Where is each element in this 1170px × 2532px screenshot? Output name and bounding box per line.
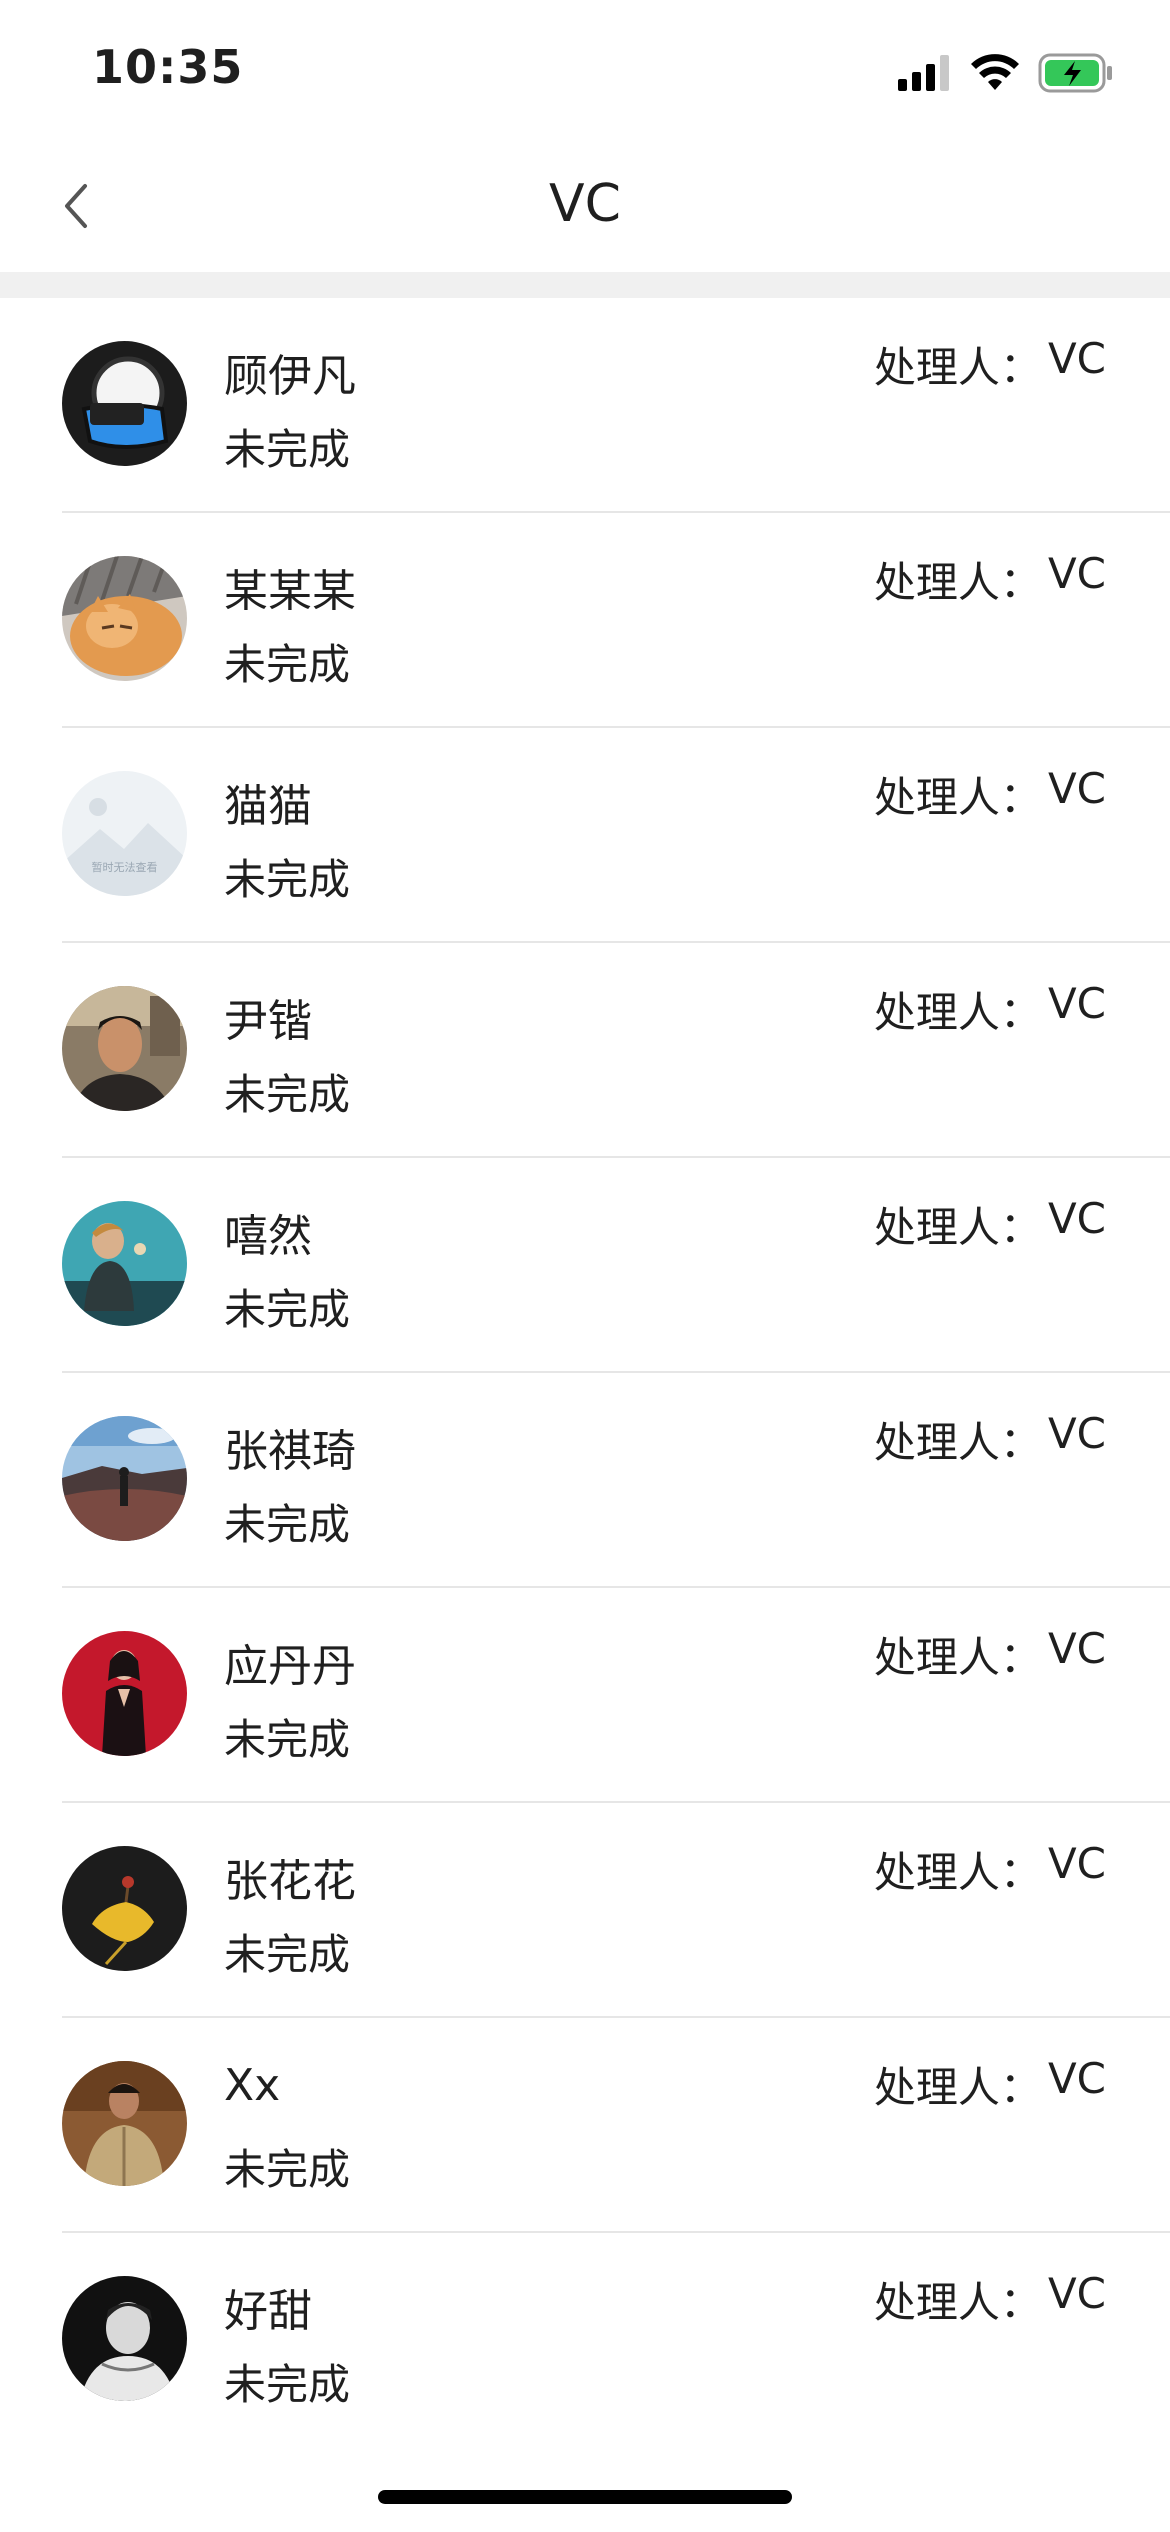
list-item[interactable]: 暂时无法查看 猫猫 未完成 处理人： VC: [0, 728, 1170, 943]
handler-value: VC: [1047, 549, 1106, 598]
item-name: 尹锴: [224, 996, 312, 1047]
item-handler: 处理人： VC: [874, 764, 1106, 825]
item-status: 未完成: [224, 2360, 351, 2409]
item-name: 好甜: [224, 2286, 312, 2337]
wifi-icon: [970, 54, 1020, 96]
avatar: [62, 986, 187, 1111]
section-divider: [0, 272, 1170, 298]
item-handler: 处理人： VC: [874, 549, 1106, 610]
item-status: 未完成: [224, 1930, 351, 1979]
avatar: [62, 1846, 187, 1971]
item-name: Xx: [224, 2060, 281, 2111]
item-status: 未完成: [224, 1070, 351, 1119]
handler-value: VC: [1047, 1624, 1106, 1673]
item-name: 猫猫: [224, 781, 312, 832]
item-status: 未完成: [224, 855, 351, 904]
handler-label: 处理人：: [873, 2063, 1042, 2112]
handler-label: 处理人：: [873, 988, 1042, 1037]
battery-charging-icon: [1038, 53, 1114, 97]
status-bar: 10:35: [0, 0, 1170, 140]
page-title: VC: [549, 174, 621, 234]
handler-value: VC: [1047, 2269, 1106, 2318]
handler-value: VC: [1047, 1839, 1106, 1888]
avatar: [62, 1631, 187, 1756]
item-handler: 处理人： VC: [874, 1624, 1106, 1685]
avatar: [62, 2061, 187, 2186]
handler-label: 处理人：: [873, 558, 1042, 607]
list-item[interactable]: 尹锴 未完成 处理人： VC: [0, 943, 1170, 1158]
avatar: [62, 556, 187, 681]
item-status: 未完成: [224, 640, 351, 689]
item-handler: 处理人： VC: [874, 1194, 1106, 1255]
avatar: [62, 341, 187, 466]
handler-label: 处理人：: [873, 1418, 1042, 1467]
item-status: 未完成: [224, 1285, 351, 1334]
handler-label: 处理人：: [873, 773, 1042, 822]
navigation-bar: VC: [0, 140, 1170, 272]
avatar: [62, 1416, 187, 1541]
item-name: 应丹丹: [224, 1641, 356, 1692]
handler-value: VC: [1047, 1409, 1106, 1458]
item-status: 未完成: [224, 2145, 351, 2194]
list-item[interactable]: 嘻然 未完成 处理人： VC: [0, 1158, 1170, 1373]
avatar: [62, 1201, 187, 1326]
item-name: 顾伊凡: [224, 351, 356, 402]
handler-value: VC: [1047, 764, 1106, 813]
item-handler: 处理人： VC: [874, 1839, 1106, 1900]
handler-label: 处理人：: [873, 1848, 1042, 1897]
handler-value: VC: [1047, 979, 1106, 1028]
item-handler: 处理人： VC: [874, 979, 1106, 1040]
signal-icon: [898, 55, 952, 95]
avatar-caption: 暂时无法查看: [92, 860, 158, 874]
task-list: 顾伊凡 未完成 处理人： VC 某某某 未完成 处理人： VC 暂时无法查看 猫…: [0, 298, 1170, 2448]
handler-label: 处理人：: [873, 343, 1042, 392]
item-name: 某某某: [224, 566, 356, 617]
status-icons: [898, 50, 1114, 100]
handler-value: VC: [1047, 1194, 1106, 1243]
list-item[interactable]: 张花花 未完成 处理人： VC: [0, 1803, 1170, 2018]
list-item[interactable]: 好甜 未完成 处理人： VC: [0, 2233, 1170, 2448]
item-handler: 处理人： VC: [874, 2054, 1106, 2115]
item-name: 张祺琦: [224, 1426, 356, 1477]
item-status: 未完成: [224, 425, 351, 474]
item-handler: 处理人： VC: [874, 334, 1106, 395]
item-name: 嘻然: [224, 1211, 312, 1262]
item-status: 未完成: [224, 1500, 351, 1549]
home-indicator[interactable]: [378, 2490, 792, 2504]
list-item[interactable]: 某某某 未完成 处理人： VC: [0, 513, 1170, 728]
item-handler: 处理人： VC: [874, 2269, 1106, 2330]
item-name: 张花花: [224, 1856, 356, 1907]
handler-value: VC: [1047, 334, 1106, 383]
handler-label: 处理人：: [873, 1633, 1042, 1682]
list-item[interactable]: 应丹丹 未完成 处理人： VC: [0, 1588, 1170, 1803]
avatar: [62, 2276, 187, 2401]
item-status: 未完成: [224, 1715, 351, 1764]
handler-label: 处理人：: [873, 2278, 1042, 2327]
avatar: 暂时无法查看: [62, 771, 187, 896]
list-item[interactable]: Xx 未完成 处理人： VC: [0, 2018, 1170, 2233]
item-handler: 处理人： VC: [874, 1409, 1106, 1470]
status-time: 10:35: [92, 40, 244, 94]
list-item[interactable]: 张祺琦 未完成 处理人： VC: [0, 1373, 1170, 1588]
handler-value: VC: [1047, 2054, 1106, 2103]
list-item[interactable]: 顾伊凡 未完成 处理人： VC: [0, 298, 1170, 513]
handler-label: 处理人：: [873, 1203, 1042, 1252]
